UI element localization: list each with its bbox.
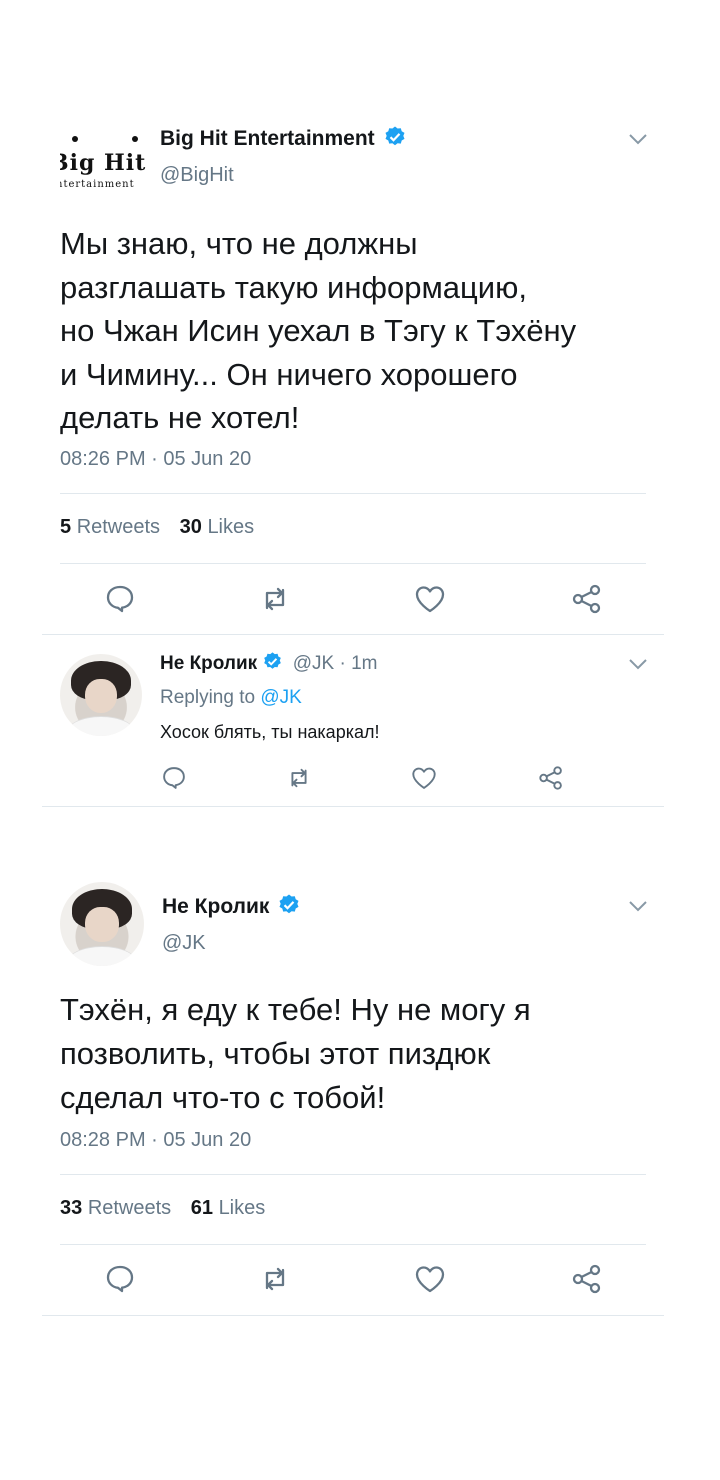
reply-icon[interactable] xyxy=(103,582,137,616)
like-icon[interactable] xyxy=(413,1262,447,1296)
tweet2-stats: 33 Retweets 61 Likes xyxy=(60,1197,265,1220)
divider xyxy=(60,563,646,564)
replying-prefix: Replying to xyxy=(160,687,256,708)
body-line: и Чимину... Он ничего хорошего xyxy=(60,356,518,392)
likes-stat[interactable]: 61 Likes xyxy=(191,1197,266,1219)
body-line: Тэхён, я еду к тебе! Ну не могу я xyxy=(60,992,531,1027)
logo-text: Big Hit xyxy=(60,150,147,176)
share-icon[interactable] xyxy=(570,582,604,616)
share-icon[interactable] xyxy=(570,1262,604,1296)
likes-label: Likes xyxy=(218,1197,266,1219)
retweets-label: Retweets xyxy=(87,1197,172,1219)
replying-to: Replying to @JK xyxy=(160,687,302,709)
body-line: делать не хотел! xyxy=(60,400,300,435)
handle[interactable]: @BigHit xyxy=(160,164,234,187)
retweets-label: Retweets xyxy=(76,516,161,538)
divider xyxy=(42,634,664,635)
divider xyxy=(60,493,646,494)
divider xyxy=(42,806,664,807)
handle[interactable]: @JK xyxy=(162,932,206,955)
timestamp[interactable]: 08:28 PM · 05 Jun 20 xyxy=(60,1129,251,1152)
retweet-icon[interactable] xyxy=(258,582,292,616)
handle-time[interactable]: @JK · 1m xyxy=(293,653,378,674)
display-name[interactable]: Big Hit Entertainment xyxy=(160,127,375,150)
divider xyxy=(60,1174,646,1175)
tweet2-body: Тэхён, я еду к тебе! Ну не могу я позвол… xyxy=(60,988,680,1120)
retweet-icon[interactable] xyxy=(258,1262,292,1296)
body-line: сделал что-то с тобой! xyxy=(60,1080,386,1115)
share-icon[interactable] xyxy=(537,764,565,792)
reply-header: Не Кролик @JK · 1m xyxy=(160,652,377,676)
display-name[interactable]: Не Кролик xyxy=(160,653,257,674)
chevron-down-icon[interactable] xyxy=(628,899,648,913)
body-line: позволить, чтобы этот пиздюк xyxy=(60,1036,491,1071)
like-icon[interactable] xyxy=(410,764,438,792)
verified-badge-icon xyxy=(385,126,405,146)
tweet2-header: Не Кролик xyxy=(162,894,301,920)
body-line: разглашать такую информацию, xyxy=(60,269,527,305)
chevron-down-icon[interactable] xyxy=(628,132,648,146)
avatar[interactable] xyxy=(60,654,142,736)
retweets-stat[interactable]: 33 Retweets xyxy=(60,1197,177,1219)
likes-stat[interactable]: 30 Likes xyxy=(180,516,255,538)
likes-count: 30 xyxy=(179,516,202,538)
body-line: Мы знаю, что не должны xyxy=(60,226,418,261)
divider xyxy=(42,1315,664,1316)
avatar[interactable] xyxy=(60,882,144,966)
logo-subtext: ntertainment xyxy=(60,179,135,190)
display-name[interactable]: Не Кролик xyxy=(162,895,269,918)
verified-badge-icon xyxy=(279,894,299,914)
reply-icon[interactable] xyxy=(103,1262,137,1296)
reply-text: Хосок блять, ты накаркал! xyxy=(160,722,380,742)
retweets-count: 33 xyxy=(60,1197,83,1219)
like-icon[interactable] xyxy=(413,582,447,616)
reply-icon[interactable] xyxy=(160,764,188,792)
retweet-icon[interactable] xyxy=(285,764,313,792)
body-line: но Чжан Исин уехал в Тэгу к Тэхёну xyxy=(60,313,577,348)
retweets-stat[interactable]: 5 Retweets xyxy=(60,516,166,538)
replying-handle[interactable]: @JK xyxy=(260,687,301,708)
retweets-count: 5 xyxy=(60,516,72,538)
verified-badge-icon xyxy=(264,652,282,670)
tweet1-stats: 5 Retweets 30 Likes xyxy=(60,516,254,539)
divider xyxy=(60,1244,646,1245)
bighit-logo-avatar[interactable]: Big Hit ntertainment xyxy=(60,128,150,198)
tweet1-header: Big Hit Entertainment xyxy=(160,126,407,152)
chevron-down-icon[interactable] xyxy=(628,657,648,671)
timestamp[interactable]: 08:26 PM · 05 Jun 20 xyxy=(60,448,251,471)
likes-count: 61 xyxy=(190,1197,213,1219)
likes-label: Likes xyxy=(207,516,255,538)
tweet1-body: Мы знаю, что не должны разглашать такую … xyxy=(60,222,680,440)
